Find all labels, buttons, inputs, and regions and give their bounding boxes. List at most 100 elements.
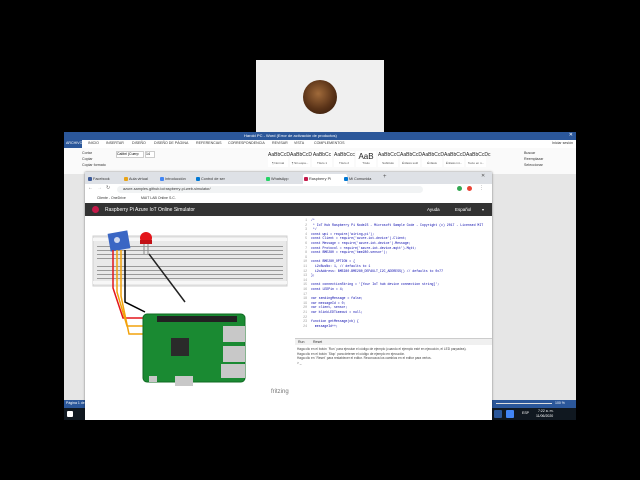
zoom-slider[interactable] bbox=[496, 403, 552, 404]
tab-control-de-ser[interactable]: Control de ser bbox=[195, 174, 237, 184]
tab-facebook[interactable]: Facebook bbox=[87, 174, 127, 184]
code-text: const connectionString = '[Your IoT hub … bbox=[311, 282, 440, 287]
language-select[interactable]: Español bbox=[455, 207, 471, 212]
replace-button[interactable]: Reemplazar bbox=[524, 157, 543, 161]
circuit-svg: fritzing bbox=[92, 230, 289, 395]
word-tab-inicio[interactable]: INICIO bbox=[88, 141, 99, 145]
font-size-select[interactable]: 14 bbox=[145, 151, 155, 158]
extension-icon[interactable] bbox=[467, 186, 472, 191]
reset-button[interactable]: Reset bbox=[313, 340, 322, 344]
usb-port bbox=[223, 326, 245, 342]
help-link[interactable]: Ayuda bbox=[427, 207, 440, 212]
code-line: 9 bbox=[295, 255, 311, 259]
word-tab-diseno[interactable]: DISEÑO bbox=[132, 141, 146, 145]
word-ribbon: Cortar Copiar Copiar formato Calibri (Cu… bbox=[64, 148, 576, 175]
code-line: 22 bbox=[295, 315, 311, 319]
simulator-title: Raspberry Pi Azure IoT Online Simulator bbox=[105, 207, 195, 213]
introduccion-icon bbox=[160, 177, 164, 181]
forward-icon[interactable]: → bbox=[97, 185, 102, 191]
font-name-select[interactable]: Calibri (Cuerp bbox=[116, 151, 144, 158]
word-tab-vista[interactable]: VISTA bbox=[294, 141, 304, 145]
extension-icon[interactable] bbox=[457, 186, 462, 191]
line-number: 2 bbox=[305, 222, 307, 227]
format-painter-button[interactable]: Copiar formato bbox=[82, 163, 106, 167]
line-number: 9 bbox=[305, 254, 307, 259]
word-tab-revisar[interactable]: REVISAR bbox=[272, 141, 288, 145]
word-taskbar-icon[interactable] bbox=[494, 410, 502, 418]
windows-start-icon[interactable] bbox=[67, 411, 73, 417]
input-language[interactable]: ESP bbox=[522, 411, 529, 415]
chrome-close-icon[interactable]: ✕ bbox=[481, 173, 485, 179]
console-line: Haga clic en el botón `Run` para ejecuta… bbox=[297, 347, 467, 351]
code-line: 17 bbox=[295, 292, 311, 296]
facebook-icon bbox=[88, 177, 92, 181]
word-tab-complementos[interactable]: COMPLEMENTOS bbox=[314, 141, 345, 145]
code-line: 24 messageId++; bbox=[295, 324, 338, 328]
style-enfasis-sutil[interactable]: AaBbCcDc Énfasis sutil bbox=[400, 151, 424, 167]
line-number: 17 bbox=[303, 291, 307, 296]
code-line: 18 var sendingMessage = false; bbox=[295, 296, 362, 300]
style-subtitulo[interactable]: AaBbCcC Subtítulo bbox=[378, 151, 400, 167]
word-tab-correspondencia[interactable]: CORRESPONDENCIA bbox=[228, 141, 265, 145]
style-texto-negrita[interactable]: AaBbCcDc Texto en n... bbox=[466, 151, 490, 167]
copy-button[interactable]: Copiar bbox=[82, 157, 93, 161]
bookmark-onedrive[interactable]: Cliente - OneDrive bbox=[97, 196, 126, 200]
code-line: 10 const BME280_OPTION = { bbox=[295, 259, 355, 263]
code-line: 21 var blinkLEDTimeout = null; bbox=[295, 310, 362, 314]
code-text: }; bbox=[311, 273, 315, 278]
line-number: 3 bbox=[305, 227, 307, 232]
run-button[interactable]: Run bbox=[298, 340, 304, 344]
code-line: 7 const Protocol = require('azure-iot-dev… bbox=[295, 246, 416, 250]
tab-introduccion[interactable]: Introducción bbox=[159, 174, 199, 184]
code-text: const Client = require('azure-iot-device… bbox=[311, 236, 407, 241]
line-number: 1 bbox=[305, 218, 307, 222]
tab-raspberry-pi[interactable]: Raspberry Pi bbox=[303, 174, 347, 184]
chrome-taskbar-icon[interactable] bbox=[506, 410, 514, 418]
simulator-header: Raspberry Pi Azure IoT Online Simulator … bbox=[85, 203, 492, 216]
code-editor[interactable]: 1/* 2 * IoT Hub Raspberry Pi NodeJS - Mic… bbox=[295, 216, 492, 338]
fritzing-watermark: fritzing bbox=[271, 389, 289, 395]
style-sin-espaciado[interactable]: AaBbCcDc ¶ Sin espa... bbox=[290, 151, 314, 167]
code-line: 3 */ bbox=[295, 227, 317, 231]
find-button[interactable]: Buscar bbox=[524, 151, 535, 155]
word-close-icon[interactable]: ✕ bbox=[569, 132, 573, 138]
word-tab-diseno-pagina[interactable]: DISEÑO DE PÁGINA bbox=[154, 141, 188, 145]
reload-icon[interactable]: ↻ bbox=[106, 185, 110, 191]
code-line: 2 * IoT Hub Raspberry Pi NodeJS - Micros… bbox=[295, 223, 483, 227]
line-number: 5 bbox=[305, 236, 307, 241]
word-tab-referencias[interactable]: REFERENCIAS bbox=[196, 141, 222, 145]
word-window-title: Harold PC - Word (Error de activación de… bbox=[244, 133, 337, 138]
style-normal[interactable]: AaBbCcDc ¶ Normal bbox=[268, 151, 292, 167]
line-number: 13 bbox=[303, 273, 307, 278]
style-titulo-1[interactable]: AaBbCc Título 1 bbox=[312, 151, 332, 167]
style-enfasis[interactable]: AaBbCcDc Énfasis bbox=[422, 151, 446, 167]
tab-mi-comunidad[interactable]: Mi Comunida bbox=[343, 174, 385, 184]
word-tab-insertar[interactable]: INSERTAR bbox=[106, 141, 124, 145]
code-line: 19 var messageId = 0; bbox=[295, 301, 345, 305]
style-titulo-2[interactable]: AaBbCcc Título 2 bbox=[334, 151, 355, 167]
gpio-header bbox=[157, 316, 237, 322]
code-line: 8 const BME280 = require('bme280-sensor')… bbox=[295, 250, 387, 254]
zoom-level: 100 % bbox=[555, 401, 565, 405]
cut-button[interactable]: Cortar bbox=[82, 151, 92, 155]
control-de-ser-icon bbox=[196, 177, 200, 181]
line-number: 24 bbox=[303, 323, 307, 328]
raspberry-pi-icon bbox=[304, 177, 308, 181]
desktop-screen: Harold PC - Word (Error de activación de… bbox=[64, 132, 576, 420]
word-tab-archivo[interactable]: ARCHIVO bbox=[64, 140, 82, 148]
word-sign-in[interactable]: Iniciar sesión bbox=[552, 141, 573, 145]
tab-whatsapp[interactable]: WhatsApp bbox=[265, 174, 307, 184]
url-field[interactable]: azure-samples.github.io/raspberry-pi-web… bbox=[117, 186, 423, 193]
bookmark-mait-lab[interactable]: MAIT LAB Online S.C. bbox=[141, 196, 176, 200]
back-icon[interactable]: ← bbox=[88, 185, 93, 191]
style-titulo[interactable]: AaB Título bbox=[356, 151, 376, 167]
code-line: 14 bbox=[295, 278, 311, 282]
new-tab-button[interactable]: + bbox=[383, 174, 387, 180]
style-enfasis-intenso[interactable]: AaBbCcDc Énfasis int... bbox=[444, 151, 468, 167]
whatsapp-icon bbox=[266, 177, 270, 181]
chrome-window: Facebook Aula virtual Introducción Contr… bbox=[85, 172, 492, 420]
select-button[interactable]: Seleccionar bbox=[524, 163, 543, 167]
tab-aula-virtual[interactable]: Aula virtual bbox=[123, 174, 163, 184]
code-text: i2cBusNo: 1, // defaults to 1 bbox=[311, 264, 371, 268]
menu-icon[interactable]: ⋮ bbox=[479, 185, 484, 191]
